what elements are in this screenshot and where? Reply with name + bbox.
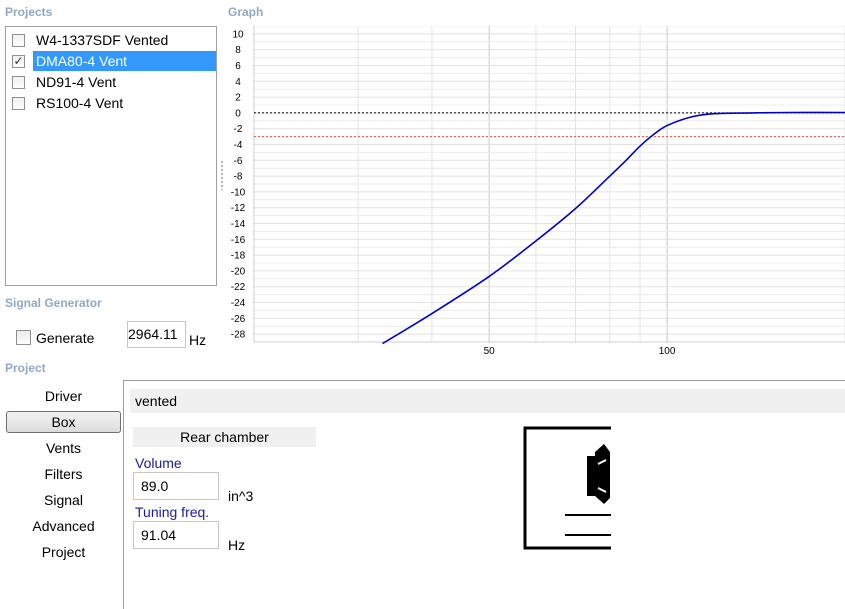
y-tick-label: -4 [234,140,243,151]
y-tick-label: 8 [235,45,241,56]
y-tick-label: 4 [235,77,241,88]
project-item-selected[interactable]: ✓ DMA80-4 Vent [8,51,216,71]
frequency-input[interactable]: 2964.11 [127,321,186,348]
projects-section-title: Projects [5,5,53,19]
graph-section-title: Graph [228,5,264,19]
y-tick-label: -26 [231,314,246,325]
y-tick-label: -14 [231,219,246,230]
y-tick-label: -12 [231,203,246,214]
nav-item-advanced[interactable]: Advanced [6,515,121,537]
y-tick-label: -28 [231,330,246,341]
frequency-response-chart: 10 8 6 4 2 0 -2 -4 -6 -8 -10 -12 -14 -16 -18 -20 -22 -24 -… [231,26,845,357]
y-tick-label: -22 [231,282,246,293]
signal-generator-section-title: Signal Generator [5,296,102,310]
nav-item-driver[interactable]: Driver [6,385,121,407]
series-line-response [382,111,845,345]
volume-input[interactable]: 89.0 [133,472,219,500]
y-tick-label: -24 [231,298,246,309]
nav-item-signal[interactable]: Signal [6,489,121,511]
y-tick-label: 0 [235,108,241,119]
tuning-freq-unit: Hz [228,537,246,553]
box-type-header: vented [130,389,845,413]
project-name: DMA80-4 Vent [33,51,216,71]
y-tick-label: -18 [231,251,246,262]
project-item[interactable]: RS100-4 Vent [8,93,216,113]
y-tick-label: -8 [234,172,243,183]
project-checkbox[interactable] [12,96,25,110]
y-tick-label: 10 [232,29,244,40]
volume-unit: in^3 [228,488,254,504]
project-item[interactable]: ND91-4 Vent [8,72,216,92]
y-tick-labels: 10 8 6 4 2 0 -2 -4 -6 -8 -10 -12 -14 -16 -18 -20 -22 -24 -… [231,29,246,340]
project-name: RS100-4 Vent [36,95,124,111]
y-tick-label: 2 [235,93,241,104]
project-checkbox[interactable] [12,33,25,47]
nav-item-filters[interactable]: Filters [6,463,121,485]
x-tick-label: 50 [484,346,496,357]
projects-list[interactable]: W4-1337SDF Vented ✓ DMA80-4 Vent ND91-4 … [5,26,217,286]
project-checkbox-checked[interactable]: ✓ [12,54,25,68]
project-name: ND91-4 Vent [36,74,117,90]
project-checkbox[interactable] [12,75,25,89]
tuning-freq-input[interactable]: 91.04 [133,521,219,549]
y-tick-label: -16 [231,235,246,246]
y-tick-label: -10 [231,187,246,198]
nav-item-box[interactable]: Box [6,411,121,433]
generate-label: Generate [36,330,95,346]
project-item[interactable]: W4-1337SDF Vented [8,30,216,50]
x-tick-labels: 50 100 [484,346,676,357]
project-section-title: Project [5,361,46,375]
y-tick-label: -20 [231,266,246,277]
frequency-value: 2964.11 [128,326,178,342]
generate-checkbox[interactable] [16,330,31,345]
box-diagram-icon [523,426,611,550]
project-name: W4-1337SDF Vented [36,32,169,48]
nav-item-project[interactable]: Project [6,541,121,563]
y-tick-label: -2 [234,124,243,135]
volume-label: Volume [135,455,182,471]
rear-chamber-header: Rear chamber [133,427,316,447]
reference-lines [254,112,845,138]
tuning-freq-label: Tuning freq. [135,504,210,520]
frequency-unit: Hz [189,332,207,348]
x-tick-label: 100 [659,346,676,357]
nav-item-vents[interactable]: Vents [6,437,121,459]
y-tick-label: -6 [234,156,243,167]
grid-lines [253,26,845,343]
y-tick-label: 6 [235,61,241,72]
